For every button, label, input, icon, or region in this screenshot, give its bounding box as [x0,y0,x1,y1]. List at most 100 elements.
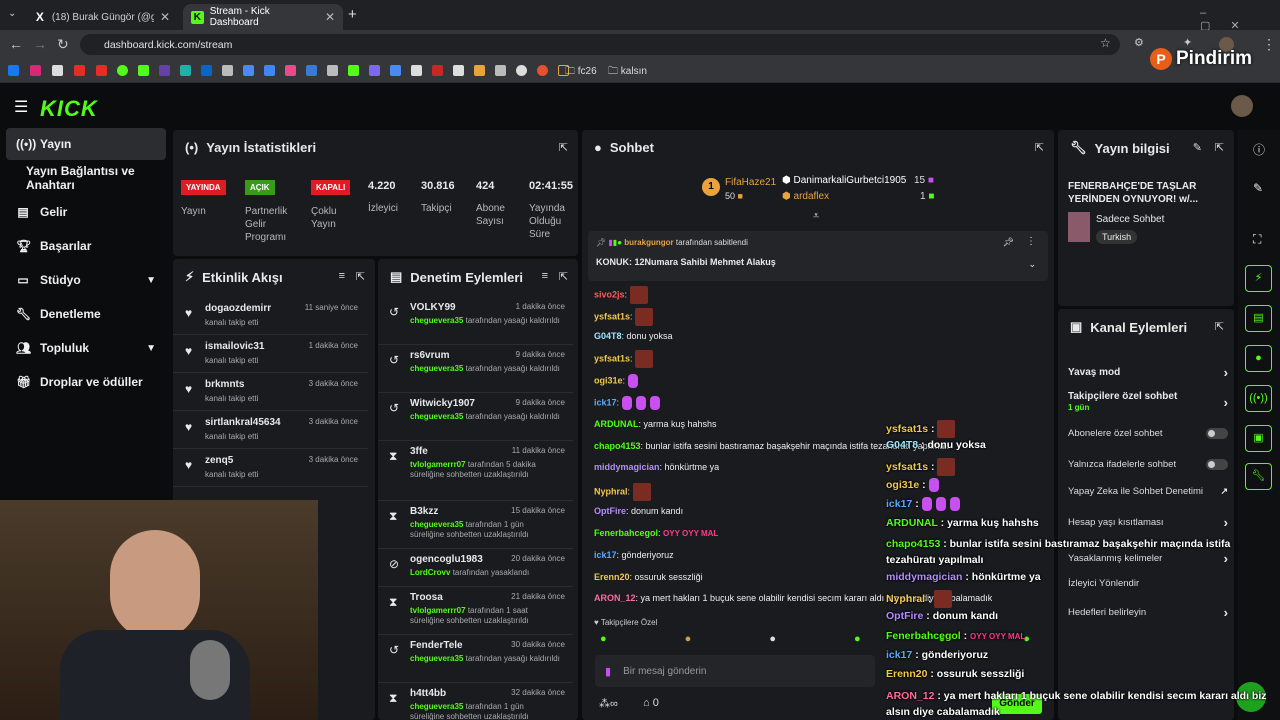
moderation-row[interactable]: ⧗ h4tt4bb 32 dakika önce cheguevera35 taraf… [378,683,573,720]
facebook-icon[interactable] [8,65,19,76]
moderation-row[interactable]: ⊘ ogencoglu1983 20 dakika önce LordCrovv ta… [378,549,573,587]
channel-action-5[interactable]: Hesap yaşı kısıtlaması › [1068,515,1228,530]
bookmark-icon[interactable] [369,65,380,76]
close-tab-icon[interactable]: ✕ [160,10,170,24]
sidebar-item-studyo[interactable]: ▭ Stüdyo ▼ [6,264,166,296]
linkedin-icon[interactable] [201,65,212,76]
moderated-user[interactable]: rs6vrum [410,350,449,361]
sidebar-item-topluluk[interactable]: 👥︎ Topluluk ▼ [6,332,166,364]
browser-tab-kick[interactable]: K Stream - Kick Dashboard ✕ [183,4,343,30]
document-icon[interactable]: ▤ [1245,305,1272,332]
moderated-user[interactable]: Witwicky1907 [410,398,475,409]
chevron-down-icon[interactable]: ▼ [146,343,156,354]
chat-username[interactable]: chapo4153 [594,441,641,451]
chat-username[interactable]: ick17 [594,550,617,560]
popout-icon[interactable]: ⇱ [1035,141,1044,154]
moderation-row[interactable]: ↺ VOLKY99 1 dakika önce cheguevera35 tarafı… [378,297,573,345]
youtube-icon-2[interactable] [96,65,107,76]
window-controls[interactable]: –▢✕ [1200,7,1280,32]
reload-icon[interactable]: ↻ [57,36,69,53]
moderator-name[interactable]: LordCrovv [410,568,450,577]
activity-user[interactable]: zenq5 [205,455,233,466]
url-input[interactable]: dashboard.kick.com/stream [80,34,1120,55]
chat-username[interactable]: sivo2js [594,289,625,299]
moderated-user[interactable]: VOLKY99 [410,302,456,313]
new-tab-button[interactable]: + [348,6,357,23]
bookmark-icon[interactable] [474,65,485,76]
bookmark-icon[interactable] [390,65,401,76]
chat-username[interactable]: ARON_12 [594,593,636,603]
bookmark-icon[interactable] [243,65,254,76]
bookmark-icon[interactable] [537,65,548,76]
chat-username[interactable]: Erenn20 [594,572,630,582]
bookmark-icon[interactable] [180,65,191,76]
channel-action-8[interactable]: Hedefleri belirleyin › [1068,605,1228,620]
sidebar-item-yayin[interactable]: ((•)) Yayın [6,128,166,160]
moderated-user[interactable]: FenderTele [410,640,463,651]
bookmark-icon[interactable] [432,65,443,76]
channel-action-3[interactable]: Yalnızca ifadelerle sohbet [1068,459,1228,470]
wrench-icon[interactable]: 🔧︎ [1245,463,1272,490]
shield-icon[interactable]: ▣ [1245,425,1272,452]
info-icon[interactable]: ⓘ [1253,141,1265,158]
channel-action-0[interactable]: Yavaş mod › [1068,365,1228,380]
moderation-row[interactable]: ↺ rs6vrum 9 dakika önce cheguevera35 tarafı… [378,345,573,393]
toggle-switch[interactable] [1206,428,1228,439]
bookmark-icon[interactable] [516,65,527,76]
bookmark-folder-fc26[interactable]: 🗀 fc26 [565,64,597,81]
moderator-name[interactable]: cheguevera35 [410,412,463,421]
sidebar-item-gelir[interactable]: ▤ Gelir [6,196,166,228]
emote-icon[interactable]: ● [685,633,692,651]
popout-icon[interactable]: ⇱ [356,270,365,283]
sidebar-item-basarilar[interactable]: 🏆︎ Başarılar [6,230,166,262]
toggle-switch[interactable] [1206,459,1228,470]
chat-input[interactable]: ▮ Bir mesaj gönderin [595,655,875,687]
browser-tab-twitter[interactable]: X (18) Burak Güngör (@gungorbu ✕ [26,4,178,30]
activity-row[interactable]: ♥ dogaozdemirr kanalı takip etti 11 saniye … [173,297,368,335]
activity-user[interactable]: sirtlankral45634 [205,417,281,428]
pinned-by-user[interactable]: burakgungor [624,238,673,247]
edit-icon[interactable]: ✎ [1193,141,1202,154]
chat-username[interactable]: ick17 [594,397,617,407]
moderated-user[interactable]: h4tt4bb [410,688,446,699]
lightning-icon[interactable]: ⚡︎ [1245,265,1272,292]
tag-chip[interactable]: Turkish [1096,230,1138,244]
hamburger-menu-icon[interactable]: ☰ [14,97,28,117]
second-gifter[interactable]: ⬢ DanimarkaliGurbetci1905 [782,175,906,186]
chat-username[interactable]: Nyphral [594,486,628,496]
bookmark-star-icon[interactable]: ☆ [1100,36,1111,50]
tab-search-icon[interactable]: ⌄ [8,8,16,19]
bookmark-icon[interactable] [453,65,464,76]
popout-icon[interactable]: ⇱ [559,270,568,283]
category-thumbnail[interactable] [1068,212,1090,242]
kick-bookmark-icon[interactable] [138,65,149,76]
bookmark-icon[interactable] [348,65,359,76]
activity-row[interactable]: ♥ sirtlankral45634 kanalı takip etti 3 daki… [173,411,368,449]
bookmark-icon[interactable] [495,65,506,76]
instagram-icon[interactable] [30,65,41,76]
channel-action-4[interactable]: Yapay Zeka ile Sohbet Denetimi ↗ [1068,486,1228,497]
user-avatar[interactable] [1231,95,1253,117]
chat-username[interactable]: ogi31e [594,375,623,385]
emote-icon[interactable]: ● [769,633,776,651]
chat-username[interactable]: G04T8 [594,331,622,341]
emote-icon[interactable]: ● [600,633,607,651]
activity-user[interactable]: brkmnts [205,379,244,390]
bookmark-icon[interactable] [222,65,233,76]
popout-icon[interactable]: ⇱ [1215,320,1224,333]
docs-icon[interactable] [306,65,317,76]
google-icon[interactable] [264,65,275,76]
bookmark-icon[interactable] [285,65,296,76]
chat-icon[interactable]: ● [1245,345,1272,372]
bookmark-icon[interactable] [327,65,338,76]
third-gifter[interactable]: ⬢ ardaflex [782,191,829,202]
chat-username[interactable]: ysfsat1s [594,311,630,321]
moderator-name[interactable]: cheguevera35 [410,364,463,373]
menu-dots-icon[interactable]: ⋮ [1262,36,1276,53]
moderation-row[interactable]: ⧗ Troosa 21 dakika önce tvlolgamerrr07 tara… [378,587,573,635]
sidebar-item-stream-key[interactable]: Yayın Bağlantısı ve Anahtarı [6,162,176,194]
bookmark-icon[interactable] [411,65,422,76]
back-icon[interactable]: ← [9,36,23,52]
chat-username[interactable]: OptFire [594,506,626,516]
chat-username[interactable]: ysfsat1s [594,353,630,363]
